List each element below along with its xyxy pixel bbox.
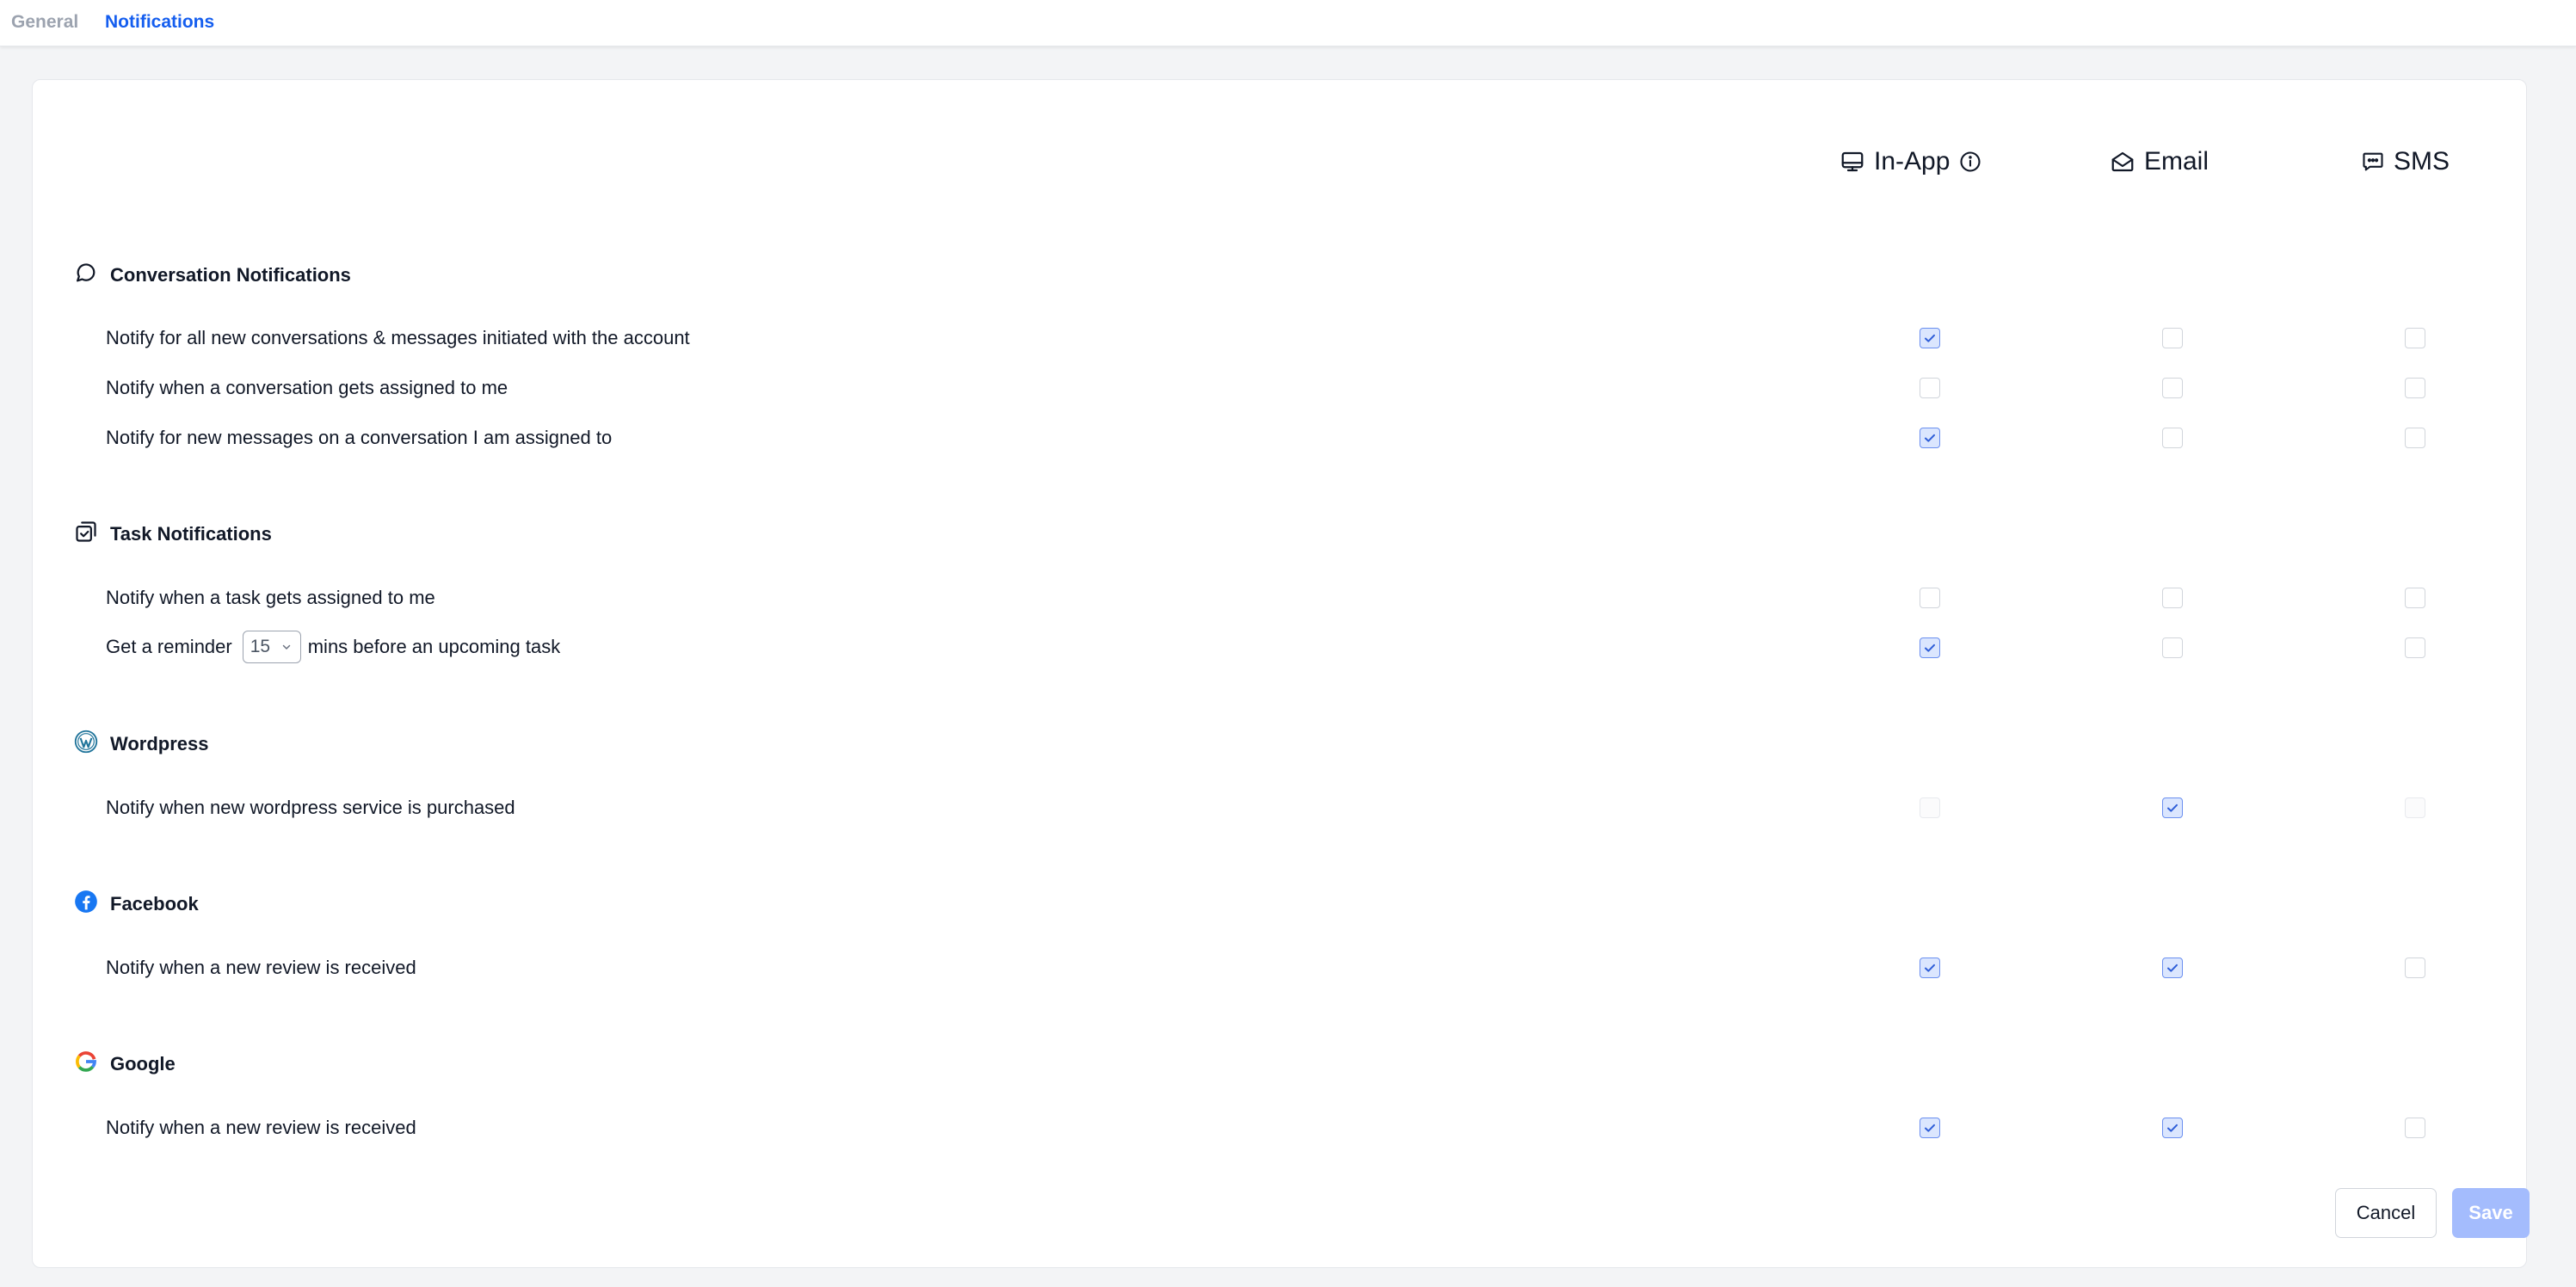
reminder-minutes-select[interactable]: 15 bbox=[242, 631, 301, 663]
checkmark-icon bbox=[2167, 964, 2178, 972]
checkmark-icon bbox=[2167, 1124, 2178, 1132]
row-label: Notify when a new review is received bbox=[106, 1117, 416, 1138]
envelope-open-icon bbox=[2110, 149, 2135, 175]
select-value: 15 bbox=[250, 637, 271, 656]
checkbox-in-app[interactable] bbox=[1920, 588, 1940, 608]
checkmark-icon bbox=[1925, 644, 1935, 652]
checkbox-email[interactable] bbox=[2162, 637, 2183, 658]
checkbox-in-app[interactable] bbox=[1920, 428, 1940, 448]
checkbox-sms[interactable] bbox=[2405, 428, 2425, 448]
wordpress-icon bbox=[74, 730, 98, 759]
tab-notifications[interactable]: Notifications bbox=[105, 0, 214, 46]
section-title: Google bbox=[110, 1053, 176, 1075]
task-checkbox-icon bbox=[74, 520, 98, 549]
google-icon bbox=[74, 1050, 98, 1079]
message-circle-icon bbox=[74, 261, 98, 290]
section-title: Task Notifications bbox=[110, 523, 272, 545]
checkmark-icon bbox=[1925, 1124, 1935, 1132]
section-title: Conversation Notifications bbox=[110, 264, 351, 286]
section-wordpress: Wordpress bbox=[74, 730, 209, 759]
channel-header-email: Email bbox=[2110, 147, 2209, 176]
checkbox-email[interactable] bbox=[2162, 328, 2183, 348]
checkbox-sms[interactable] bbox=[2405, 1118, 2425, 1138]
facebook-icon bbox=[74, 890, 98, 919]
tab-general[interactable]: General bbox=[11, 0, 78, 46]
checkbox-email[interactable] bbox=[2162, 797, 2183, 818]
row-label-after: mins before an upcoming task bbox=[307, 636, 561, 657]
chat-dots-icon bbox=[2361, 150, 2385, 174]
section-title: Wordpress bbox=[110, 733, 209, 754]
checkbox-in-app[interactable] bbox=[1920, 958, 1940, 978]
info-icon[interactable] bbox=[1958, 150, 1982, 174]
checkbox-in-app[interactable] bbox=[1920, 1118, 1940, 1138]
section-task-notifications: Task Notifications bbox=[74, 520, 272, 549]
row-label: Notify when a conversation gets assigned… bbox=[106, 377, 508, 398]
checkbox-email[interactable] bbox=[2162, 428, 2183, 448]
checkbox-sms[interactable] bbox=[2405, 637, 2425, 658]
checkbox-sms[interactable] bbox=[2405, 378, 2425, 398]
checkbox-in-app bbox=[1920, 797, 1940, 818]
cancel-button[interactable]: Cancel bbox=[2335, 1188, 2437, 1238]
chevron-down-icon bbox=[281, 637, 292, 657]
checkbox-in-app[interactable] bbox=[1920, 637, 1940, 658]
channel-label-in-app: In-App bbox=[1874, 147, 1950, 176]
reminder-row: Get a reminder 15 mins before an upcomin… bbox=[106, 631, 561, 663]
notifications-card: In-App Email SMS Conversation Notificati… bbox=[32, 79, 2530, 1268]
checkmark-icon bbox=[1925, 964, 1935, 972]
channel-label-email: Email bbox=[2144, 147, 2209, 176]
row-label: Notify when a task gets assigned to me bbox=[106, 587, 435, 608]
checkbox-sms[interactable] bbox=[2405, 588, 2425, 608]
checkbox-in-app[interactable] bbox=[1920, 378, 1940, 398]
checkmark-icon bbox=[1925, 434, 1935, 442]
section-title: Facebook bbox=[110, 893, 199, 914]
save-button[interactable]: Save bbox=[2452, 1188, 2530, 1238]
section-conversation-notifications: Conversation Notifications bbox=[74, 261, 351, 290]
checkmark-icon bbox=[1925, 334, 1935, 342]
checkbox-email[interactable] bbox=[2162, 588, 2183, 608]
channel-label-sms: SMS bbox=[2394, 147, 2450, 176]
checkbox-sms[interactable] bbox=[2405, 958, 2425, 978]
checkbox-sms bbox=[2405, 797, 2425, 818]
checkbox-email[interactable] bbox=[2162, 378, 2183, 398]
top-tab-bar: General Notifications bbox=[0, 0, 2576, 46]
checkbox-email[interactable] bbox=[2162, 958, 2183, 978]
row-label: Notify for all new conversations & messa… bbox=[106, 327, 690, 348]
channel-header-sms: SMS bbox=[2361, 147, 2450, 176]
monitor-icon bbox=[1840, 149, 1865, 175]
row-label-before: Get a reminder bbox=[106, 636, 232, 657]
checkbox-email[interactable] bbox=[2162, 1118, 2183, 1138]
section-facebook: Facebook bbox=[74, 890, 199, 919]
checkmark-icon bbox=[2167, 804, 2178, 812]
checkbox-in-app[interactable] bbox=[1920, 328, 1940, 348]
section-google: Google bbox=[74, 1050, 176, 1079]
channel-header-in-app: In-App bbox=[1840, 147, 1982, 176]
checkbox-sms[interactable] bbox=[2405, 328, 2425, 348]
row-label: Notify for new messages on a conversatio… bbox=[106, 427, 613, 448]
row-label: Notify when a new review is received bbox=[106, 957, 416, 978]
row-label: Notify when new wordpress service is pur… bbox=[106, 797, 515, 818]
